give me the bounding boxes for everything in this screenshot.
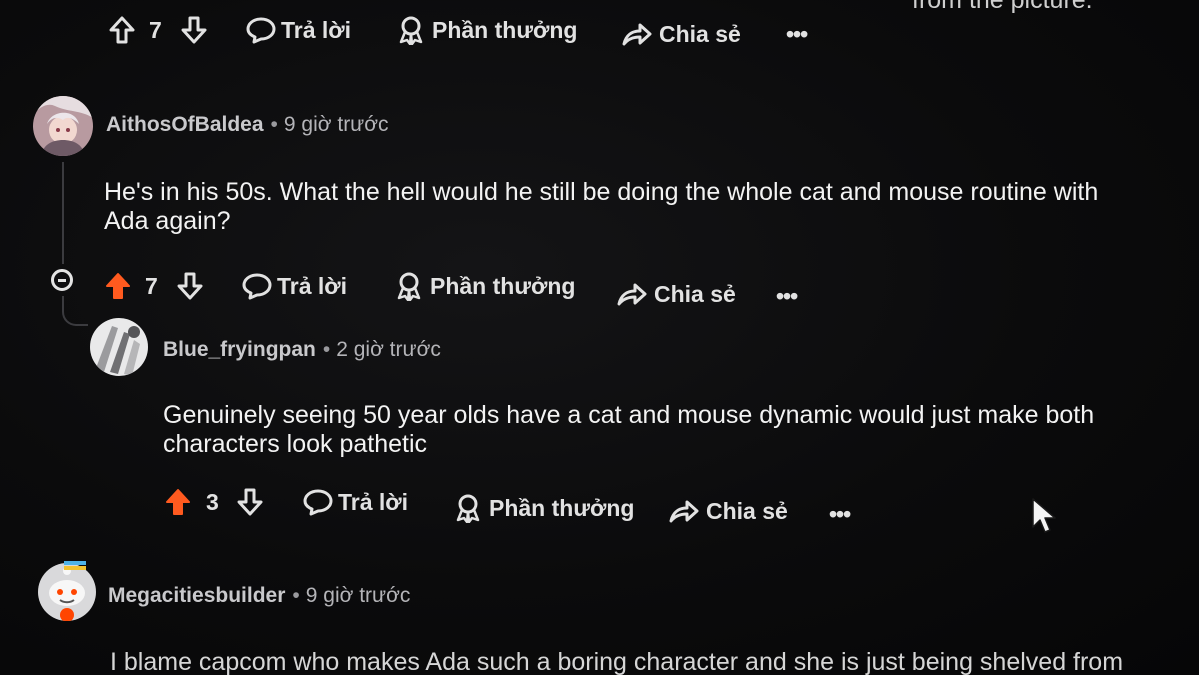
comment-line: He's in his 50s. What the hell would he … xyxy=(104,178,1099,206)
award-ribbon-icon xyxy=(456,494,480,523)
upvote-button[interactable] xyxy=(104,266,132,306)
share-arrow-icon xyxy=(669,500,699,523)
username[interactable]: Megacitiesbuilder xyxy=(108,584,285,608)
separator: • xyxy=(270,113,278,136)
action-bar-comment-2: 3 Trả lời Phần thưởng Chia sẻ ••• xyxy=(164,482,884,527)
thread-line[interactable] xyxy=(62,162,64,264)
timestamp: 2 giờ trước xyxy=(336,338,441,361)
upvote-button[interactable] xyxy=(164,482,192,522)
mouse-pointer-icon xyxy=(1032,498,1056,533)
comment-body: Genuinely seeing 50 year olds have a cat… xyxy=(163,401,1094,459)
vote-count: 7 xyxy=(149,16,162,43)
action-bar-comment-0: 7 Trả lời Phần thưởng Chia sẻ ••• xyxy=(108,10,828,50)
speech-bubble-icon xyxy=(242,273,272,300)
avatar-accessory-icon xyxy=(64,561,86,570)
vote-count: 7 xyxy=(145,272,158,299)
collapse-minus-icon[interactable] xyxy=(51,269,73,291)
reply-button[interactable]: Trả lời xyxy=(245,10,351,50)
username[interactable]: AithosOfBaldea xyxy=(106,113,264,137)
share-button[interactable]: Chia sẻ xyxy=(621,14,741,54)
share-arrow-icon xyxy=(622,23,652,46)
comment-body: I blame capcom who makes Ada such a bori… xyxy=(110,648,1124,675)
comment-line: Ada again? xyxy=(104,207,231,235)
arrow-up-icon xyxy=(166,489,190,515)
downvote-button[interactable] xyxy=(176,266,204,306)
downvote-button[interactable] xyxy=(180,10,208,50)
comment-header: Blue_fryingpan • 2 giờ trước xyxy=(163,338,441,362)
arrow-down-icon xyxy=(181,16,207,44)
award-button[interactable]: Phần thưởng xyxy=(394,266,575,306)
reply-thread-connector xyxy=(62,296,88,326)
share-label: Chia sẻ xyxy=(706,497,788,524)
top-caption-fragment: from the picture. xyxy=(912,0,1093,14)
more-options-button[interactable]: ••• xyxy=(786,14,808,54)
speech-bubble-icon xyxy=(303,489,333,516)
arrow-up-icon xyxy=(109,16,135,44)
award-ribbon-icon xyxy=(399,16,423,45)
reddit-comment-thread: from the picture. 7 Trả lời Phần thưởng xyxy=(0,0,1199,675)
avatar[interactable] xyxy=(33,96,93,156)
comment-body: He's in his 50s. What the hell would he … xyxy=(104,178,1098,236)
more-options-button[interactable]: ••• xyxy=(829,494,851,534)
award-button[interactable]: Phần thưởng xyxy=(396,10,577,50)
comment-header: AithosOfBaldea • 9 giờ trước xyxy=(106,113,389,137)
reply-label: Trả lời xyxy=(338,488,409,515)
award-button[interactable]: Phần thưởng xyxy=(453,488,634,528)
more-dots-icon: ••• xyxy=(829,500,851,527)
more-dots-icon: ••• xyxy=(786,20,808,47)
username[interactable]: Blue_fryingpan xyxy=(163,338,316,362)
award-label: Phần thưởng xyxy=(432,16,578,43)
share-label: Chia sẻ xyxy=(659,20,741,47)
award-ribbon-icon xyxy=(397,272,421,301)
reply-button[interactable]: Trả lời xyxy=(241,266,347,306)
comment-line: characters look pathetic xyxy=(163,430,428,458)
downvote-button[interactable] xyxy=(236,482,264,522)
timestamp: 9 giờ trước xyxy=(283,113,389,136)
share-button[interactable]: Chia sẻ xyxy=(616,274,736,314)
share-label: Chia sẻ xyxy=(654,280,736,307)
upvote-button[interactable] xyxy=(108,10,136,50)
arrow-down-icon xyxy=(177,272,203,300)
vote-count: 3 xyxy=(206,488,219,515)
action-bar-comment-1: 7 Trả lời Phần thưởng Chia sẻ ••• xyxy=(104,266,824,309)
reply-button[interactable]: Trả lời xyxy=(302,482,408,522)
speech-bubble-icon xyxy=(246,17,276,44)
share-arrow-icon xyxy=(617,283,647,306)
reply-label: Trả lời xyxy=(277,272,348,299)
more-dots-icon: ••• xyxy=(776,282,798,309)
timestamp: 9 giờ trước xyxy=(305,584,411,607)
avatar[interactable] xyxy=(90,318,148,376)
arrow-down-icon xyxy=(237,488,263,516)
comment-header: Megacitiesbuilder • 9 giờ trước xyxy=(108,584,410,608)
reply-label: Trả lời xyxy=(281,16,352,43)
award-label: Phần thưởng xyxy=(430,272,576,299)
comment-line: Genuinely seeing 50 year olds have a cat… xyxy=(163,401,1095,429)
share-button[interactable]: Chia sẻ xyxy=(668,491,788,531)
separator: • xyxy=(292,584,300,607)
separator: • xyxy=(322,338,331,361)
arrow-up-icon xyxy=(106,273,130,299)
more-options-button[interactable]: ••• xyxy=(776,276,798,316)
award-label: Phần thưởng xyxy=(489,494,635,521)
